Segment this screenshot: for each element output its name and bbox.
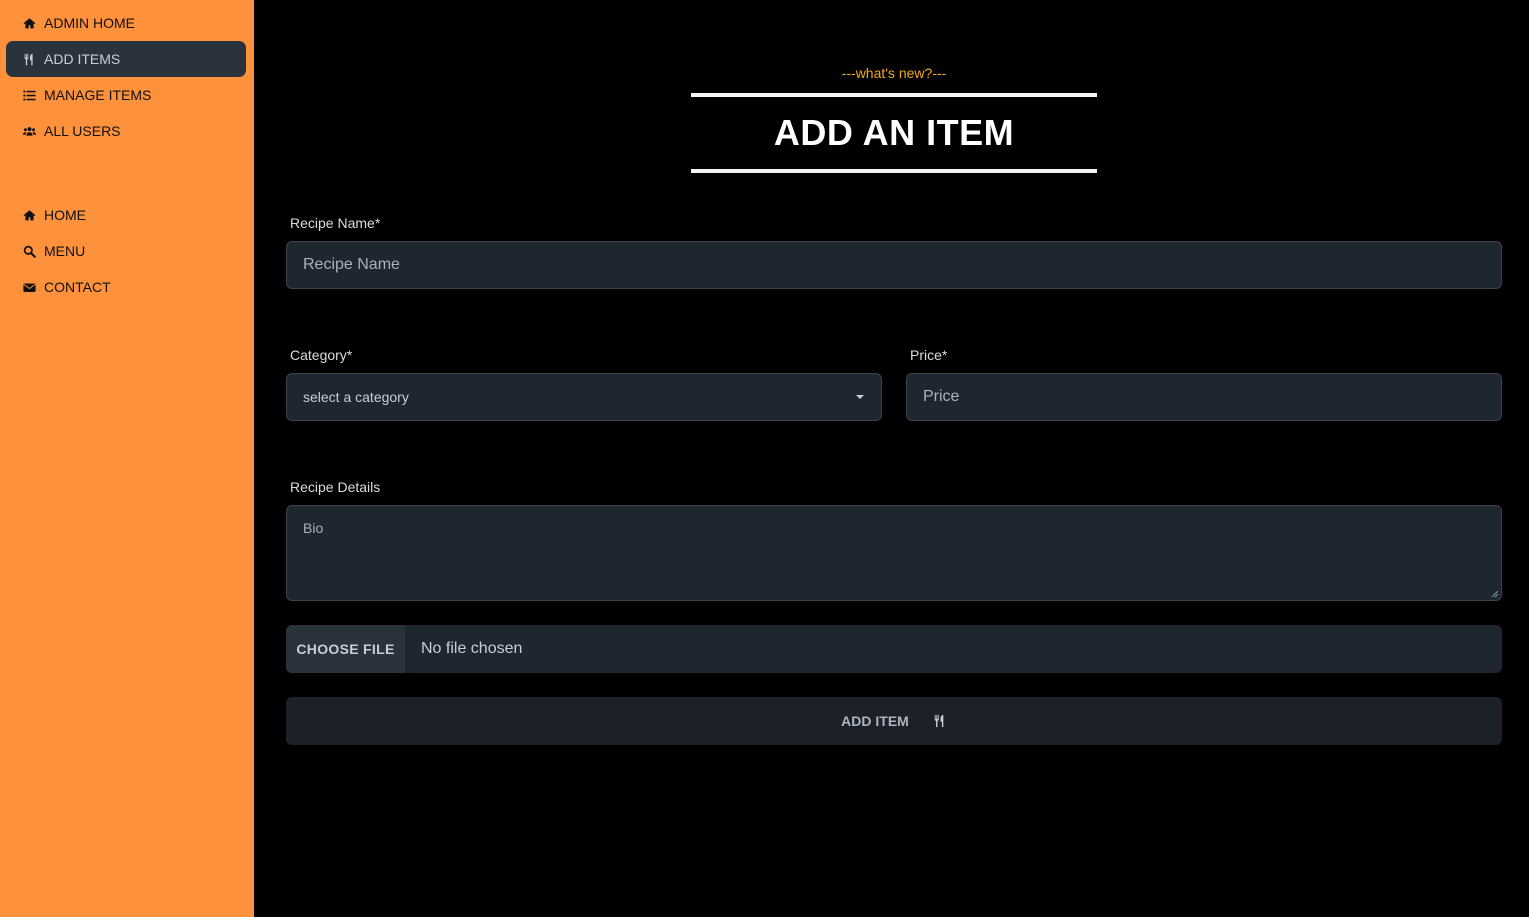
sidebar-item-label: MENU [44, 243, 86, 259]
choose-file-button[interactable]: CHOOSE FILE [286, 625, 405, 673]
list-icon [22, 88, 36, 102]
price-label: Price* [910, 347, 948, 363]
sidebar-item-admin-home[interactable]: ADMIN HOME [6, 5, 246, 41]
sidebar-item-menu[interactable]: MENU [6, 233, 246, 269]
home-icon [22, 208, 36, 222]
price-input[interactable]: Price [906, 373, 1502, 421]
utensils-icon [22, 52, 36, 66]
search-icon [22, 244, 36, 258]
sidebar-item-label: MANAGE ITEMS [44, 87, 152, 103]
recipe-details-label: Recipe Details [290, 479, 381, 495]
section-subheading: ---what's new?--- [841, 65, 947, 81]
sidebar-item-manage-items[interactable]: MANAGE ITEMS [6, 77, 246, 113]
recipe-details-textarea[interactable]: Bio [286, 505, 1502, 601]
main-content: ---what's new?--- ADD AN ITEM Recipe Nam… [254, 0, 1529, 917]
add-item-button[interactable]: ADD ITEM [286, 697, 1502, 745]
sidebar-item-contact[interactable]: CONTACT [6, 269, 246, 305]
sidebar-item-label: HOME [44, 207, 86, 223]
title-frame: ADD AN ITEM [691, 93, 1097, 173]
sidebar-divider [0, 149, 254, 197]
category-selected-value: select a category [303, 389, 409, 405]
page-title: ADD AN ITEM [773, 112, 1015, 153]
recipe-name-label: Recipe Name* [290, 215, 381, 231]
sidebar-item-label: ALL USERS [44, 123, 121, 139]
sidebar: ADMIN HOME ADD ITEMS MANAGE ITEMS ALL US… [0, 0, 254, 917]
home-icon [22, 16, 36, 30]
utensils-icon [933, 714, 947, 728]
file-status: No file chosen [421, 640, 523, 657]
image-file-input[interactable]: CHOOSE FILE No file chosen [286, 625, 1502, 673]
recipe-name-placeholder: Recipe Name [303, 256, 400, 273]
sidebar-item-label: ADMIN HOME [44, 15, 135, 31]
recipe-details-placeholder: Bio [303, 520, 324, 536]
sidebar-item-all-users[interactable]: ALL USERS [6, 113, 246, 149]
sidebar-item-home[interactable]: HOME [6, 197, 246, 233]
recipe-name-input[interactable]: Recipe Name [286, 241, 1502, 289]
add-item-button-label: ADD ITEM [841, 713, 909, 729]
envelope-icon [22, 280, 36, 294]
sidebar-item-label: ADD ITEMS [44, 51, 121, 67]
sidebar-item-add-items[interactable]: ADD ITEMS [6, 41, 246, 77]
resize-grip-icon[interactable] [1491, 590, 1499, 598]
sidebar-item-label: CONTACT [44, 279, 111, 295]
price-placeholder: Price [923, 388, 960, 405]
category-label: Category* [290, 347, 353, 363]
chevron-down-icon [856, 395, 864, 399]
section-heading: ---what's new?--- ADD AN ITEM [691, 62, 1097, 173]
users-icon [22, 124, 36, 138]
category-select[interactable]: select a category [286, 373, 882, 421]
